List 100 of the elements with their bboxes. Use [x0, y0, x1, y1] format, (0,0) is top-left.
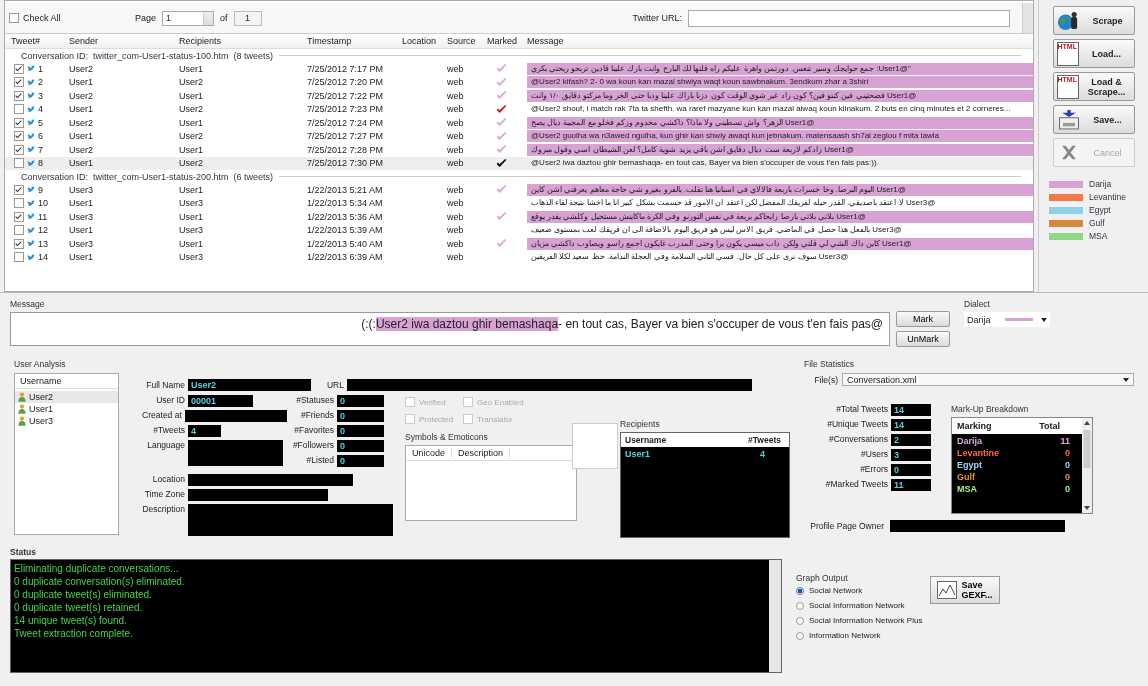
message-cell-text: @User3 لا اعتقد باصديقي. القدر حيله لفريقك المفضل لكن اعتقد ان الامور قد حسمت بشكل كبير انا ما اخشا نتيجة لقاء الذهاب [530, 197, 937, 210]
stat-value: 11 [891, 479, 931, 491]
row-checkbox[interactable] [14, 225, 24, 236]
input-field[interactable]: 4 [188, 425, 221, 437]
table-cell-text: 7/25/2012 7:17 PM [306, 63, 385, 74]
table-row[interactable]: 8 User1 User2 7/25/2012 7:30 PM web @User2 iwa daztou ghir bemashaqa- en tout cas, Bayer va bien s'occuper de vous t'en fais pas:)) [5, 156, 1033, 170]
message-field[interactable]: (:(:User2 iwa daztou ghir bemashaqa- en tout cas, Bayer va bien s'occuper de vous t'en fais pas@ [10, 312, 890, 346]
table-cell-text: User2 [68, 90, 94, 101]
table-cell-text: User1 [178, 144, 204, 155]
column-header[interactable]: Username [625, 435, 667, 445]
scrollbar[interactable] [769, 560, 781, 672]
table-cell-text: 1/22/2013 5:36 AM [306, 211, 384, 222]
mark-button[interactable]: Mark [896, 311, 950, 327]
column-header[interactable]: Username [15, 374, 118, 389]
check-all-checkbox[interactable]: Check All [9, 13, 99, 23]
input-field[interactable] [188, 504, 393, 536]
column-header[interactable]: Description [452, 448, 511, 458]
input-field[interactable]: 0 [337, 410, 384, 422]
row-checkbox[interactable] [14, 90, 24, 101]
table-cell-text: web [446, 225, 465, 236]
column-header[interactable]: Location [396, 36, 441, 46]
table-cell-text: web [446, 117, 465, 128]
input-field[interactable]: 0 [337, 440, 384, 452]
row-checkbox[interactable] [14, 104, 24, 115]
table-cell-text: User1 [178, 90, 204, 101]
url-field[interactable] [347, 379, 752, 391]
row-checkbox[interactable] [14, 252, 24, 263]
unmark-button[interactable]: UnMark [896, 331, 950, 347]
input-field[interactable]: 0 [337, 425, 384, 437]
user-item[interactable]: User2 [15, 391, 118, 403]
input-field[interactable]: 0 [337, 455, 384, 467]
stat-label: #Marked Tweets [824, 479, 888, 489]
column-header[interactable]: #Tweets [748, 435, 781, 445]
table-cell-text: User1 [68, 77, 94, 88]
row-checkbox[interactable] [14, 184, 24, 195]
message-cell: @User1 اليوم البرصا. وخا خسرات باربعة فالالاي في اسبانيا هنا تقلب. بالفرو بغيرو شي حاجة معاهم يعرفني اشن كاين [527, 183, 1033, 196]
radio-option[interactable]: Social Information Network Plus [796, 616, 923, 625]
status-line: 0 duplicate conversation(s) eliminated. [14, 575, 186, 588]
row-checkbox[interactable] [14, 238, 24, 249]
column-header[interactable]: Message [521, 36, 1033, 46]
save-gexf-button[interactable]: Save GEXF... [930, 576, 1001, 604]
full-name-field[interactable]: User2 [188, 379, 311, 391]
column-header[interactable]: Recipients [173, 36, 301, 46]
page-spinner[interactable]: 1 [162, 10, 215, 26]
row-checkbox[interactable] [14, 117, 24, 128]
field-label: Language [146, 440, 185, 450]
column-header[interactable]: Marking [957, 421, 992, 431]
user-item[interactable]: User3 [15, 415, 118, 427]
radio-option[interactable]: Social Network [796, 586, 923, 595]
input-field[interactable]: 00001 [188, 395, 253, 407]
group-header[interactable]: Conversation ID: twitter_com-User1-status-100.htm (8 tweets) [21, 50, 274, 61]
action-button[interactable]: Save... [1052, 105, 1135, 134]
bird-icon [27, 213, 35, 221]
table-cell-text: 7/25/2012 7:30 PM [306, 158, 385, 169]
status-title: Status [10, 547, 36, 557]
column-header[interactable]: Marked [481, 36, 521, 46]
table-cell-text: User3 [68, 238, 94, 249]
input-field[interactable]: 0 [337, 395, 384, 407]
row-checkbox[interactable] [14, 158, 24, 169]
field-label: Full Name [145, 380, 185, 390]
row-checkbox[interactable] [14, 131, 24, 142]
column-header[interactable]: Unicode [406, 448, 453, 458]
table-row[interactable]: 4 User1 User2 7/25/2012 7:23 PM web @User2 shouf, l match rak 7ta ta shefth. wa raref mazyane kun kan mazal alwaq koun klinakum. 2 buts en cinq minutes et 2 corneres... [5, 102, 1033, 116]
scrollbar[interactable] [1022, 3, 1033, 33]
action-button[interactable]: Scrape [1052, 6, 1135, 35]
group-header[interactable]: Conversation ID: twitter_com-User1-status-200.htm (6 tweets) [21, 171, 274, 182]
table-row[interactable]: 6 User1 User2 7/25/2012 7:27 PM web @User2 guolha wa n3awed ngulha, kun ghir kan shwiy awaqt kun jebnakum. matensaash sh7al zeglou f mita lawla [5, 129, 1033, 143]
column-header[interactable]: Timestamp [301, 36, 396, 46]
table-cell-text: User1 [68, 225, 94, 236]
row-checkbox[interactable] [14, 63, 24, 74]
stat-label: #Users [860, 449, 888, 459]
status-line: Tweet extraction complete. [14, 627, 134, 640]
table-row[interactable]: 2 User1 User2 7/25/2012 7:20 PM web @User2 kifash? 2- 0 wa koun kan mazal shwiya waqt koun sawbnakum. 3endkum zhar a 3shiri [5, 75, 1033, 89]
field-label: Time Zone [143, 489, 185, 499]
radio-option[interactable]: Information Network [796, 631, 923, 640]
table-cell-text: User3 [68, 211, 94, 222]
column-header[interactable]: Source [441, 36, 481, 46]
user-item[interactable]: User1 [15, 403, 118, 415]
dialect-dropdown[interactable]: Darija [964, 312, 1050, 327]
scrollbar[interactable] [1082, 418, 1092, 513]
status-line: 0 duplicate tweet(s) eliminated. [14, 588, 153, 601]
column-header[interactable]: Tweet# [5, 36, 63, 46]
tweet-number: 5 [38, 117, 43, 128]
input-field[interactable] [188, 440, 283, 466]
row-checkbox[interactable] [14, 198, 24, 209]
input-field[interactable] [188, 474, 353, 486]
message-cell: @User1 فضحتيني فين كنتو فين؟ كون زاد غير شوي الوقت كون دزنا باراك علينا ودبا حتى الخر وما مركتو دقايق ١/٠ وانت [527, 89, 1033, 102]
owner-field[interactable] [890, 520, 1065, 532]
column-header[interactable]: Total [1039, 421, 1060, 431]
user-icon [18, 404, 26, 414]
input-field[interactable] [188, 489, 328, 501]
row-checkbox[interactable] [14, 77, 24, 88]
file-dropdown[interactable]: Conversation.xml [842, 373, 1134, 386]
row-checkbox[interactable] [14, 211, 24, 222]
twitter-url-field[interactable] [688, 9, 1010, 27]
radio-option[interactable]: Social Information Network [796, 601, 923, 610]
file-statistics-title: File Statistics [804, 359, 856, 369]
column-header[interactable]: Sender [63, 36, 173, 46]
row-checkbox[interactable] [14, 144, 24, 155]
input-field[interactable] [184, 410, 287, 422]
